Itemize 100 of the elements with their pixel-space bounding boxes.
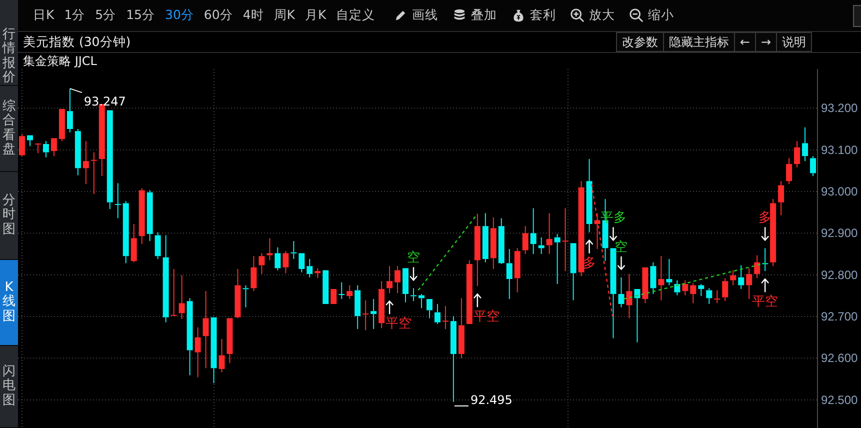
candlestick — [746, 268, 752, 300]
candlestick — [122, 200, 129, 264]
axis-label: 92.900 — [821, 226, 858, 240]
candlestick — [338, 282, 345, 300]
header-button[interactable]: 改参数 — [616, 32, 663, 52]
header-button[interactable]: 隐藏主指标 — [662, 32, 734, 52]
candlestick — [154, 232, 161, 260]
candlestick — [42, 140, 49, 158]
candlestick — [810, 156, 816, 177]
candlestick — [650, 262, 656, 294]
axis-label: 92.700 — [821, 310, 858, 324]
candlestick — [506, 248, 512, 300]
signal-label: 平空 — [386, 316, 412, 332]
zoom-in-icon — [570, 8, 586, 23]
candlestick — [562, 208, 568, 272]
period-tab[interactable]: 60分 — [202, 7, 235, 24]
header-button[interactable]: → — [754, 32, 776, 52]
signal-arrow — [385, 300, 394, 315]
candlestick — [658, 256, 664, 301]
candlestick — [786, 158, 792, 184]
period-tab[interactable]: 15分 — [124, 7, 158, 24]
candlestick — [714, 290, 720, 304]
period-tab[interactable]: 4时 — [240, 7, 266, 24]
candlestick — [730, 270, 736, 286]
signal-arrow — [409, 266, 418, 282]
panel-button[interactable] — [853, 4, 861, 26]
sidebar-tab[interactable]: K线图 — [0, 260, 18, 346]
candlestick — [466, 260, 472, 324]
candlestick — [34, 142, 41, 154]
period-tab[interactable]: 日K — [31, 7, 56, 24]
candlestick — [82, 140, 89, 184]
candlestick — [314, 268, 321, 279]
leader-line — [69, 88, 82, 94]
candlestick — [722, 278, 728, 302]
candlestick — [538, 236, 544, 254]
candlestick — [386, 266, 393, 294]
candlestick — [522, 226, 528, 254]
candlestick — [594, 212, 600, 250]
tool-button[interactable]: 缩小 — [627, 7, 676, 24]
money-bag-icon — [511, 8, 526, 23]
header-button[interactable]: ← — [734, 32, 755, 52]
tool-button[interactable]: 套利 — [509, 7, 558, 24]
signal-arrow — [585, 239, 594, 254]
indicator-name: 集金策略 JJCL — [22, 52, 97, 70]
period-tab[interactable]: 自定义 — [334, 7, 378, 24]
candlestick — [138, 188, 145, 244]
candlestick — [642, 267, 648, 304]
signal-arrow — [473, 293, 482, 308]
candlestick — [434, 304, 440, 324]
period-tab[interactable]: 月K — [302, 7, 328, 24]
signal-label: 平空 — [752, 294, 778, 310]
candlestick — [618, 276, 624, 308]
zoom-out-icon — [629, 8, 644, 23]
candlestick — [778, 180, 784, 216]
candlestick — [90, 152, 97, 194]
tool-button[interactable]: 放大 — [568, 7, 618, 24]
candlestick — [218, 338, 225, 373]
candlestick — [170, 268, 177, 317]
period-tab[interactable]: 30分 — [163, 7, 196, 24]
candlestick — [306, 258, 313, 278]
candlestick — [282, 250, 289, 274]
tool-button[interactable]: 叠加 — [450, 7, 500, 24]
signal-arrow — [617, 256, 626, 270]
candlestick — [394, 266, 401, 294]
candlestick — [322, 270, 329, 304]
candlestick — [442, 306, 448, 330]
signal-arrow — [760, 278, 770, 293]
candlestick — [74, 128, 81, 176]
period-tab[interactable]: 周K — [272, 7, 297, 24]
candlestick — [482, 212, 488, 263]
candlestick — [738, 264, 744, 290]
candlestick — [58, 109, 65, 142]
candlestick — [770, 198, 776, 267]
signal-label: 空 — [614, 240, 628, 255]
axis-label: 92.800 — [821, 268, 858, 282]
candlestick — [498, 218, 504, 264]
signal-arrow — [760, 226, 770, 242]
header-button[interactable]: 说明 — [776, 32, 812, 52]
axis-label: 92.600 — [821, 351, 858, 366]
candlestick — [530, 208, 536, 254]
candlestick — [50, 138, 57, 157]
candlestick — [754, 254, 760, 279]
signal-label: 空 — [407, 250, 420, 266]
candlestick — [690, 282, 696, 304]
leader-line — [454, 405, 469, 406]
axis-label: 93.200 — [821, 101, 858, 116]
candlestick — [458, 298, 464, 359]
axis-label: 93.100 — [821, 142, 858, 157]
axis-label: 92.500 — [821, 392, 858, 407]
candlestick — [378, 280, 385, 329]
period-tab[interactable]: 5分 — [93, 7, 118, 24]
period-tab[interactable]: 1分 — [62, 7, 88, 24]
signal-label: 平空 — [473, 310, 500, 325]
tool-button[interactable]: 画线 — [391, 7, 440, 24]
candlestick — [802, 126, 808, 162]
candlestick — [258, 252, 265, 274]
candlestick — [146, 190, 153, 242]
sidebar-tab[interactable]: 行情报价 — [0, 28, 18, 86]
candlestick — [674, 280, 680, 296]
candlestick — [266, 238, 273, 261]
